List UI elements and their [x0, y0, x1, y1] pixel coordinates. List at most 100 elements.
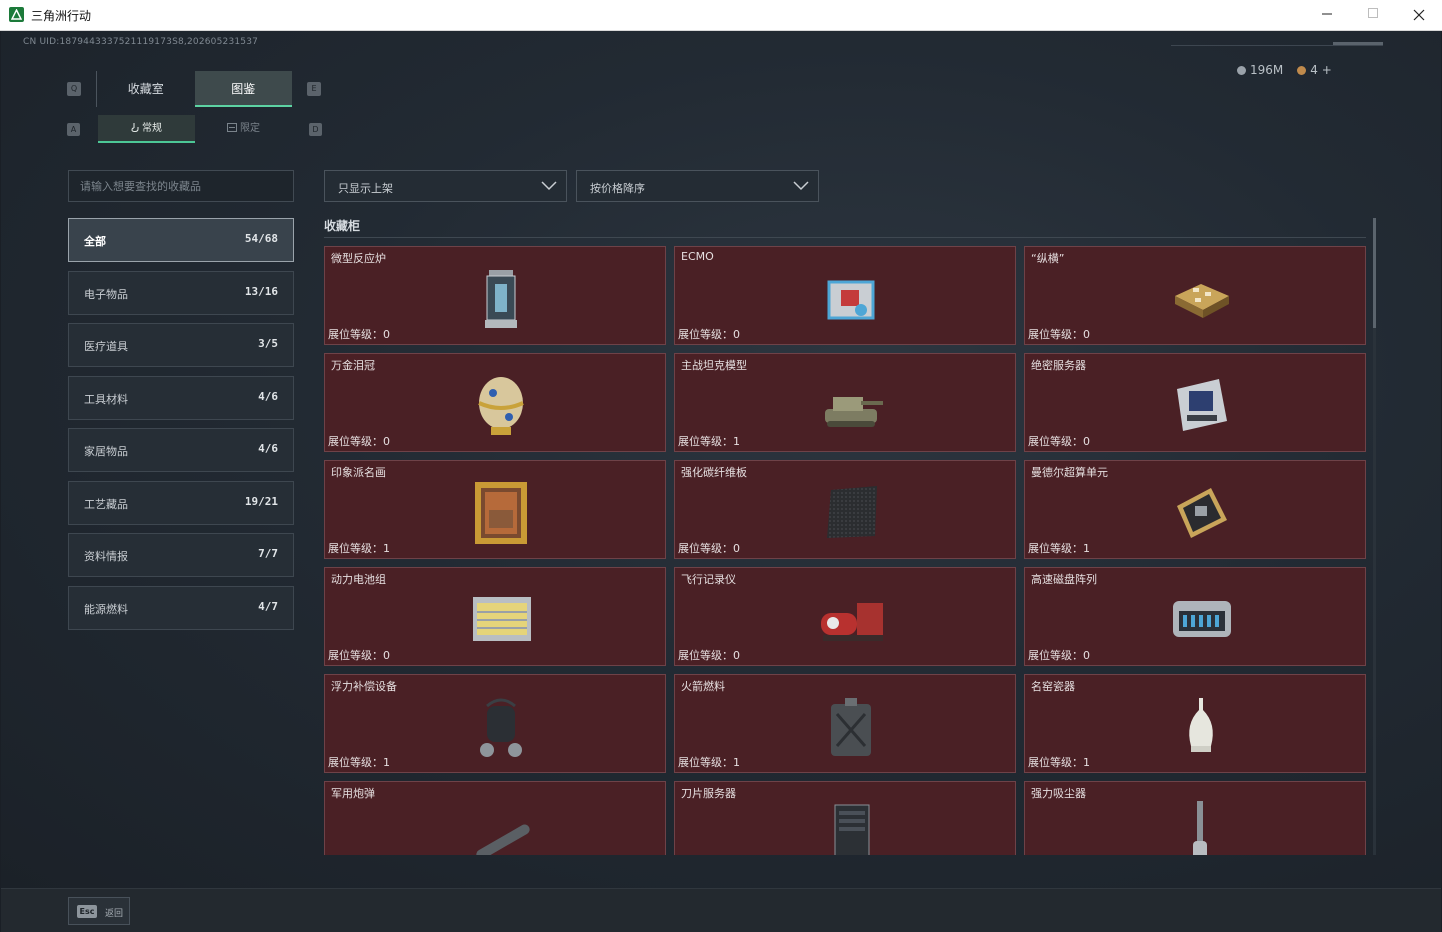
- category-all[interactable]: 全部 54/68: [68, 218, 294, 262]
- item-display-level: 展位等级：0: [328, 435, 390, 448]
- painting-icon: [475, 482, 527, 544]
- close-button[interactable]: [1396, 0, 1442, 31]
- porcelain-vase-icon: [1189, 698, 1213, 752]
- key-hint-d: D: [309, 123, 322, 136]
- category-label: 电子物品: [84, 287, 128, 301]
- category-label: 医疗道具: [84, 340, 128, 353]
- esc-key-icon: Esc: [77, 905, 97, 918]
- item-display-level: 展位等级：0: [328, 328, 390, 341]
- item-display-level: 展位等级：1: [328, 542, 390, 555]
- collection-search-input[interactable]: [68, 170, 294, 202]
- sub-tabs: 常规 限定: [98, 115, 292, 143]
- collection-item-card[interactable]: 刀片服务器: [674, 781, 1016, 855]
- collection-item-card[interactable]: 军用炮弹: [324, 781, 666, 855]
- category-label: 能源燃料: [84, 602, 128, 616]
- tab-catalog[interactable]: 图鉴: [194, 71, 292, 107]
- category-count: 54/68: [244, 232, 278, 245]
- collection-item-card[interactable]: 主战坦克模型 展位等级：1: [674, 353, 1016, 452]
- section-divider: [324, 237, 1366, 238]
- item-display-level: 展位等级：1: [1028, 542, 1090, 555]
- uid-label: CN UID:1879443337521119173S8,20260523153…: [23, 37, 259, 47]
- collection-item-card[interactable]: 强化碳纤维板 展位等级：0: [674, 460, 1016, 559]
- server-board-icon: [1177, 379, 1227, 431]
- maximize-button[interactable]: [1350, 0, 1396, 31]
- collection-grid-viewport: 微型反应炉 展位等级：0 ECMO 展位等级：0 “纵横” 展位等级：0 万金泪冠 展位等级：…: [324, 246, 1366, 855]
- tank-model-icon: [825, 397, 883, 427]
- category-count: 7/7: [258, 547, 278, 560]
- chessboard-icon: [1175, 284, 1229, 318]
- top-divider: [1171, 45, 1383, 46]
- collection-item-card[interactable]: 微型反应炉 展位等级：0: [324, 246, 666, 345]
- gold-balance[interactable]: 4 +: [1297, 63, 1332, 77]
- collection-item-card[interactable]: 绝密服务器 展位等级：0: [1024, 353, 1366, 452]
- minimize-button[interactable]: [1304, 0, 1350, 31]
- item-name: “纵横”: [1031, 252, 1065, 265]
- category-count: 4/7: [258, 599, 278, 613]
- window-title: 三角洲行动: [31, 9, 92, 23]
- item-display-level: 展位等级：0: [1028, 649, 1090, 662]
- item-name: 印象派名画: [331, 466, 386, 479]
- section-title: 收藏柜: [324, 219, 361, 233]
- category-medical[interactable]: 医疗道具 3/5: [68, 323, 294, 367]
- category-label: 家居物品: [84, 445, 128, 458]
- collection-item-card[interactable]: ECMO 展位等级：0: [674, 246, 1016, 345]
- collection-item-card[interactable]: 高速磁盘阵列 展位等级：0: [1024, 567, 1366, 666]
- item-name: 高速磁盘阵列: [1031, 573, 1097, 586]
- blade-server-icon: [834, 804, 870, 855]
- minimize-icon: [1321, 13, 1332, 15]
- category-count: 19/21: [244, 494, 278, 508]
- category-crafts[interactable]: 工艺藏品 19/21: [68, 480, 294, 525]
- app-logo-icon: [9, 7, 24, 22]
- chevron-down-icon: [793, 181, 809, 191]
- item-name: 强化碳纤维板: [681, 466, 747, 479]
- category-household[interactable]: 家居物品 4/6: [68, 428, 294, 472]
- item-display-level: 展位等级：0: [678, 542, 740, 555]
- item-name: 强力吸尘器: [1031, 787, 1086, 800]
- collection-item-card[interactable]: 印象派名画展位等级：1: [324, 460, 666, 559]
- category-intel[interactable]: 资料情报 7/7: [68, 533, 294, 577]
- collection-item-card[interactable]: 飞行记录仪 展位等级：0: [674, 567, 1016, 666]
- collection-item-card[interactable]: 曼德尔超算单元 展位等级：1: [1024, 460, 1366, 559]
- main-tabs: 收藏室 图鉴: [96, 71, 292, 107]
- fuel-can-icon: [831, 698, 871, 756]
- category-label: 资料情报: [84, 550, 128, 563]
- item-name: 名窑瓷器: [1031, 680, 1075, 693]
- collection-grid: 微型反应炉 展位等级：0 ECMO 展位等级：0 “纵横” 展位等级：0 万金泪冠 展位等级：…: [324, 246, 1366, 855]
- category-sidebar: 全部 54/68 电子物品 13/16 医疗道具 3/5 工具材料 4/6 家居物品 4/…: [68, 218, 294, 638]
- item-name: ECMO: [681, 250, 714, 263]
- bottom-bar: Esc 返回: [1, 888, 1441, 932]
- key-hint-a: A: [67, 123, 80, 136]
- sort-dropdown[interactable]: 按价格降序: [576, 170, 819, 202]
- key-hint-e: E: [307, 82, 321, 96]
- collection-item-card[interactable]: 名窑瓷器 展位等级：1: [1024, 674, 1366, 773]
- category-count: 13/16: [244, 284, 278, 298]
- item-display-level: 展位等级：1: [678, 435, 740, 448]
- subtab-regular[interactable]: 常规: [98, 115, 195, 143]
- tab-collection-room[interactable]: 收藏室: [97, 71, 195, 107]
- scrollbar-thumb[interactable]: [1373, 218, 1376, 328]
- collection-item-card[interactable]: 强力吸尘器: [1024, 781, 1366, 855]
- add-currency-icon[interactable]: +: [1322, 63, 1332, 77]
- item-display-level: 展位等级：0: [1028, 435, 1090, 448]
- collection-item-card[interactable]: 动力电池组 展位等级：0: [324, 567, 666, 666]
- ecmo-icon: [827, 280, 875, 320]
- category-electronics[interactable]: 电子物品 13/16: [68, 270, 294, 315]
- display-filter-dropdown[interactable]: 只显示上架: [324, 170, 567, 202]
- item-name: 万金泪冠: [331, 359, 375, 372]
- currency-bar: 196M 4 +: [1237, 63, 1332, 77]
- category-tools[interactable]: 工具材料 4/6: [68, 375, 294, 420]
- item-name: 浮力补偿设备: [331, 680, 397, 693]
- vacuum-cleaner-icon: [1193, 801, 1207, 855]
- collection-item-card[interactable]: 火箭燃料 展位等级：1: [674, 674, 1016, 773]
- category-count: 4/6: [258, 389, 278, 403]
- buoyancy-device-icon: [480, 698, 522, 757]
- chevron-down-icon: [541, 181, 557, 191]
- collection-item-card[interactable]: 万金泪冠展位等级：0: [324, 353, 666, 452]
- key-hint-q: Q: [67, 82, 81, 96]
- subtab-limited[interactable]: 限定: [195, 115, 292, 143]
- back-button[interactable]: Esc 返回: [68, 897, 130, 925]
- category-energy[interactable]: 能源燃料 4/7: [68, 585, 294, 630]
- collection-item-card[interactable]: 浮力补偿设备 展位等级：1: [324, 674, 666, 773]
- item-display-level: 展位等级：0: [678, 649, 740, 662]
- collection-item-card[interactable]: “纵横” 展位等级：0: [1024, 246, 1366, 345]
